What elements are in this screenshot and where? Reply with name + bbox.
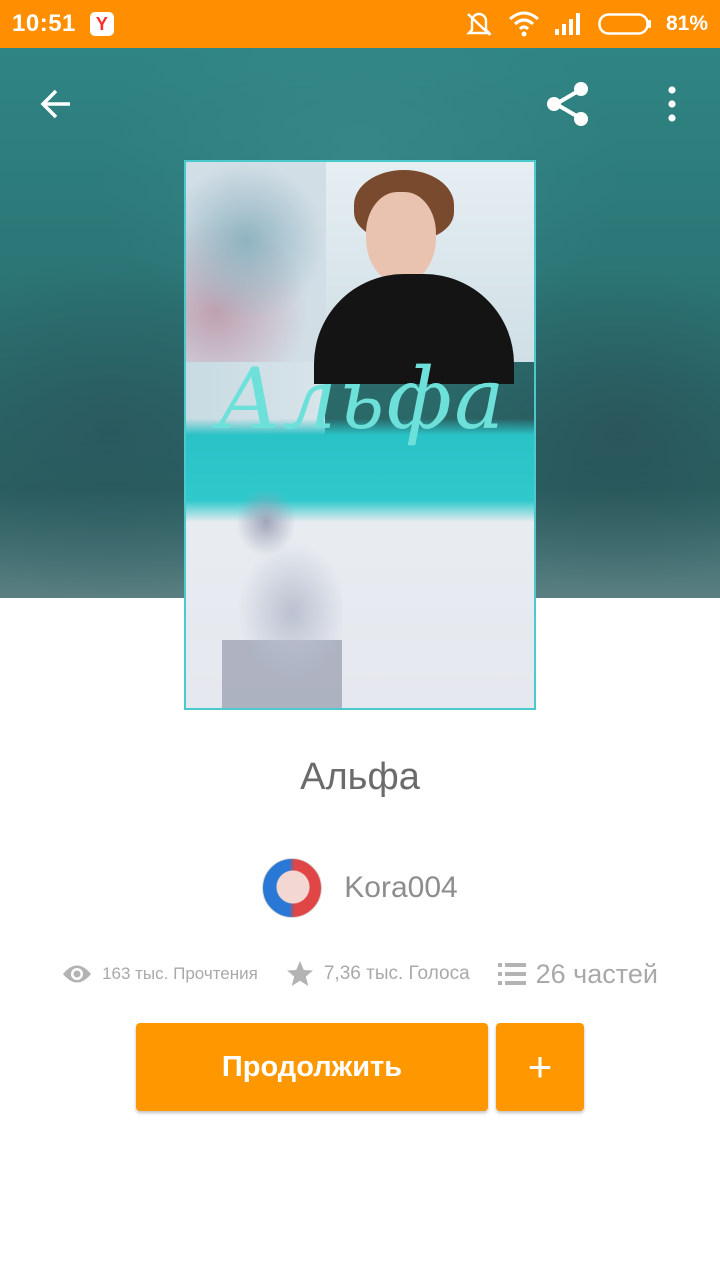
plus-icon: + (527, 1043, 553, 1090)
battery-icon (598, 13, 652, 35)
continue-reading-button[interactable]: Продолжить (136, 1023, 488, 1111)
votes-count: 7,36 тыс. Голоса (323, 963, 470, 984)
wifi-icon (508, 11, 540, 37)
signal-icon (554, 12, 584, 36)
cover-art-left (186, 162, 326, 362)
more-vertical-icon (668, 86, 676, 122)
more-options-button[interactable] (644, 76, 700, 132)
votes-stat: 7,36 тыс. Голоса (286, 960, 470, 988)
reads-stat: 163 тыс. Прочтения (62, 963, 258, 985)
parts-count: 26 частей (535, 958, 658, 989)
author-avatar[interactable] (262, 858, 323, 918)
cover-title: Альфа (217, 350, 507, 448)
muted-icon (464, 10, 494, 38)
book-title: Альфа (300, 756, 420, 798)
share-icon (547, 82, 588, 126)
actions: Продолжить + (136, 1023, 584, 1111)
yandex-app-icon: Y (89, 12, 114, 36)
status-time: 10:51 (12, 10, 76, 37)
reads-count: 163 тыс. Прочтения (102, 964, 258, 983)
parts-stat: 26 частей (497, 958, 658, 990)
share-button[interactable] (540, 76, 596, 132)
book-details-screen: 10:51 Y 81% Альфа Альфа Kora004 163 тыс.… (0, 0, 720, 1280)
cover-art-wolf (222, 482, 342, 708)
add-to-library-button[interactable]: + (496, 1023, 584, 1111)
back-button[interactable] (28, 76, 84, 132)
author-name[interactable]: Kora004 (344, 871, 457, 905)
book-cover[interactable]: Альфа (184, 160, 536, 710)
book-stats: 163 тыс. Прочтения 7,36 тыс. Голоса 26 ч… (0, 950, 720, 998)
status-icons: 81% (464, 10, 708, 38)
list-icon (497, 963, 526, 985)
star-icon (286, 961, 313, 986)
eye-icon (63, 965, 92, 983)
battery-percent: 81% (665, 12, 708, 35)
status-bar: 10:51 Y 81% (0, 0, 720, 48)
cover-art-face (366, 192, 436, 284)
back-arrow-icon (40, 89, 70, 119)
author-link[interactable]: Kora004 (0, 858, 720, 918)
